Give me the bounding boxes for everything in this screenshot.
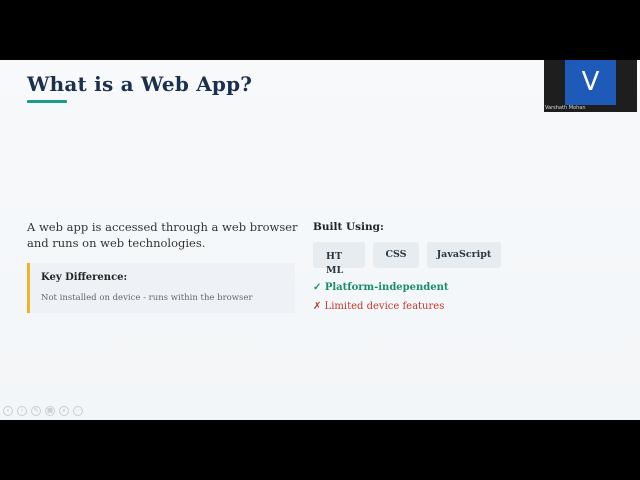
- slide-description: A web app is accessed through a web brow…: [27, 220, 298, 250]
- slide-title: What is a Web App?: [27, 72, 253, 96]
- participant-name: Varshath Mohan: [545, 105, 586, 111]
- letterbox-bottom: [0, 420, 640, 480]
- pro-platform-independent: ✓ Platform-independent: [313, 282, 449, 293]
- tech-chip-css: CSS: [373, 242, 419, 268]
- tech-chip-html: HTML: [313, 242, 365, 276]
- presentation-slide: What is a Web App? A web app is accessed…: [0, 60, 640, 420]
- tech-chip-label: HTML: [326, 251, 344, 276]
- previous-icon[interactable]: ‹: [3, 406, 13, 416]
- pen-icon[interactable]: ✎: [31, 406, 41, 416]
- presentation-controls: ‹ › ✎ ▦ ⌕ ⋯: [3, 406, 83, 417]
- tech-chip-javascript: JavaScript: [427, 242, 501, 268]
- participant-avatar: V: [565, 60, 616, 105]
- built-using-heading: Built Using:: [313, 221, 384, 233]
- key-difference-callout: Key Difference: Not installed on device …: [27, 263, 295, 313]
- callout-text: Not installed on device - runs within th…: [41, 293, 253, 303]
- next-icon[interactable]: ›: [17, 406, 27, 416]
- zoom-icon[interactable]: ⌕: [59, 406, 69, 416]
- participant-video-tile[interactable]: V Varshath Mohan: [544, 60, 637, 112]
- callout-title: Key Difference:: [41, 272, 128, 283]
- letterbox-top: [0, 0, 640, 60]
- slides-icon[interactable]: ▦: [45, 406, 55, 416]
- more-icon[interactable]: ⋯: [73, 406, 83, 416]
- title-underline: [27, 100, 67, 103]
- con-limited-device-features: ✗ Limited device features: [313, 301, 445, 312]
